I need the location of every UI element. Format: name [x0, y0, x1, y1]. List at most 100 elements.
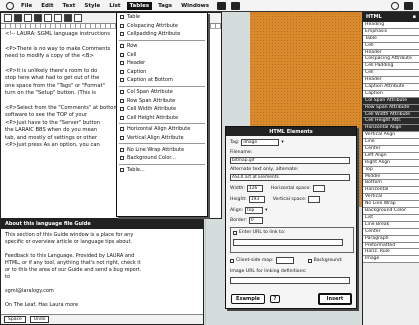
menu-item[interactable]: Header [117, 59, 207, 68]
menu-tags[interactable]: Tags [155, 2, 175, 10]
palette-item[interactable]: Cell [363, 70, 419, 78]
width-field[interactable]: 126 [246, 185, 263, 192]
palette-item[interactable]: Heading [363, 22, 419, 29]
palette-item[interactable]: Cell Padding [363, 63, 419, 71]
palette-item[interactable]: Middle [363, 173, 419, 181]
link-icon[interactable] [54, 14, 62, 22]
help-line: This section of this Guide window is a p… [5, 232, 134, 238]
menu-item[interactable]: Cell Width Attribute [117, 105, 207, 114]
menu-windows[interactable]: Windows [178, 2, 212, 10]
space-button[interactable]: Space [4, 316, 26, 323]
palette-item[interactable]: Row Span Attribute [363, 104, 419, 112]
help-button[interactable]: ? [270, 295, 280, 303]
toolbar-icon-a[interactable] [217, 1, 227, 10]
help-menu-icon[interactable] [391, 1, 399, 10]
palette-item[interactable]: Header [363, 77, 419, 85]
usemap-field[interactable] [275, 257, 294, 264]
menu-item[interactable]: Vertical Align Attribute [117, 134, 207, 143]
menu-item[interactable]: Row [117, 42, 207, 51]
palette-item[interactable]: Center [363, 228, 419, 236]
usemap-checkbox[interactable] [230, 258, 234, 263]
list-icon[interactable] [44, 14, 52, 22]
table-icon[interactable] [74, 14, 82, 22]
menu-item[interactable]: Caption [117, 68, 207, 77]
palette-item[interactable]: Caption [363, 90, 419, 98]
palette-item[interactable]: Cell [363, 42, 419, 50]
chevron-down-icon[interactable]: ▾ [281, 140, 283, 145]
palette-item[interactable]: Left Align [363, 152, 419, 160]
palette-item[interactable]: Colspacing Attribute [363, 56, 419, 64]
palette-item[interactable]: Cell Width Attribute [363, 111, 419, 119]
palette-item[interactable]: Cell Height Attr. [363, 118, 419, 126]
link-url-field[interactable] [233, 239, 343, 246]
underline-icon[interactable] [34, 14, 42, 22]
menu-item[interactable]: Cell [117, 50, 207, 59]
palette-item[interactable]: Bottom [363, 180, 419, 188]
application-menu-icon[interactable] [404, 1, 413, 10]
palette-item[interactable]: Line [363, 139, 419, 147]
alt-text-field[interactable]: ASCII art at Elements [230, 174, 350, 181]
palette-item[interactable]: List [363, 214, 419, 222]
height-field[interactable]: 193 [248, 196, 265, 203]
menu-item[interactable]: Caption at Bottom [117, 76, 207, 85]
hspace-field[interactable] [312, 185, 325, 192]
menu-item[interactable]: Background Color... [117, 154, 207, 163]
example-button[interactable]: Example [231, 294, 265, 304]
border-field[interactable]: 0 [248, 217, 263, 224]
palette-item[interactable]: Emphasis [363, 28, 419, 36]
bold-icon[interactable] [14, 14, 22, 22]
filename-field[interactable]: bitmap.gif [230, 157, 350, 164]
menu-item[interactable]: Col Span Attribute [117, 88, 207, 97]
palette-item[interactable]: No Line Wrap [363, 201, 419, 209]
palette-item[interactable]: Table [363, 35, 419, 43]
toolbar-icon-b[interactable] [231, 1, 241, 10]
link-checkbox[interactable] [233, 230, 237, 235]
menu-item[interactable]: Table... [117, 166, 207, 175]
palette-item[interactable]: Image [363, 256, 419, 264]
insert-button[interactable]: Insert [318, 293, 352, 305]
palette-item[interactable]: Line Break [363, 221, 419, 229]
image-url-field[interactable] [230, 277, 350, 284]
align-select[interactable]: top [245, 207, 264, 214]
image-icon[interactable] [64, 14, 72, 22]
menu-item[interactable]: Horizontal Align Attribute [117, 125, 207, 134]
menu-item[interactable]: Colspacing Attribute [117, 22, 207, 31]
menu-tables[interactable]: Tables [126, 1, 153, 10]
palette-item[interactable]: Background Color [363, 208, 419, 215]
palette-item[interactable]: Preformatted [363, 242, 419, 250]
help-title[interactable]: About this language file Guide [1, 219, 203, 229]
palette-item[interactable]: Header [363, 49, 419, 57]
menu-item[interactable]: Cell Height Attribute [117, 114, 207, 123]
menu-item[interactable]: Cellpadding Attribute [117, 30, 207, 39]
palette-title-bar[interactable]: HTML ▪ [363, 12, 419, 22]
menu-item[interactable]: No Line Wrap Attribute [117, 145, 207, 154]
tag-select[interactable]: Image [241, 139, 280, 146]
palette-item[interactable]: Horiz. Rule [363, 249, 419, 257]
palette-item[interactable]: Col Span Attribute [363, 97, 419, 105]
palette-item[interactable]: Center [363, 146, 419, 153]
menu-text[interactable]: Text [59, 2, 78, 10]
palette-item[interactable]: Caption Attribute [363, 84, 419, 91]
chevron-down-icon[interactable]: ▾ [265, 208, 267, 213]
menu-item[interactable]: Row Span Attribute [117, 96, 207, 105]
palette-item[interactable]: Horizontal Align [363, 125, 419, 133]
menu-item[interactable]: Table [117, 13, 207, 22]
background-checkbox[interactable] [307, 258, 312, 263]
palette-item[interactable]: Vertical Align [363, 132, 419, 140]
italic-icon[interactable] [24, 14, 32, 22]
menu-file[interactable]: File [18, 2, 35, 10]
menu-list[interactable]: List [106, 2, 123, 10]
palette-item[interactable]: Horizontal [363, 187, 419, 195]
palette-close-icon[interactable]: ▪ [413, 14, 416, 20]
palette-item[interactable]: Right Align [363, 159, 419, 167]
palette-item[interactable]: Vertical [363, 194, 419, 202]
menu-style[interactable]: Style [81, 2, 103, 10]
dialog-title[interactable]: HTML Elements [226, 127, 356, 136]
palette-item[interactable]: Top [363, 166, 419, 174]
menu-edit[interactable]: Edit [38, 2, 56, 10]
apple-menu-icon[interactable] [6, 1, 14, 10]
close-box-icon[interactable] [4, 14, 12, 22]
palette-item[interactable]: Paragraph [363, 235, 419, 243]
undo-button[interactable]: Undo [29, 316, 50, 323]
vspace-field[interactable] [308, 196, 321, 203]
